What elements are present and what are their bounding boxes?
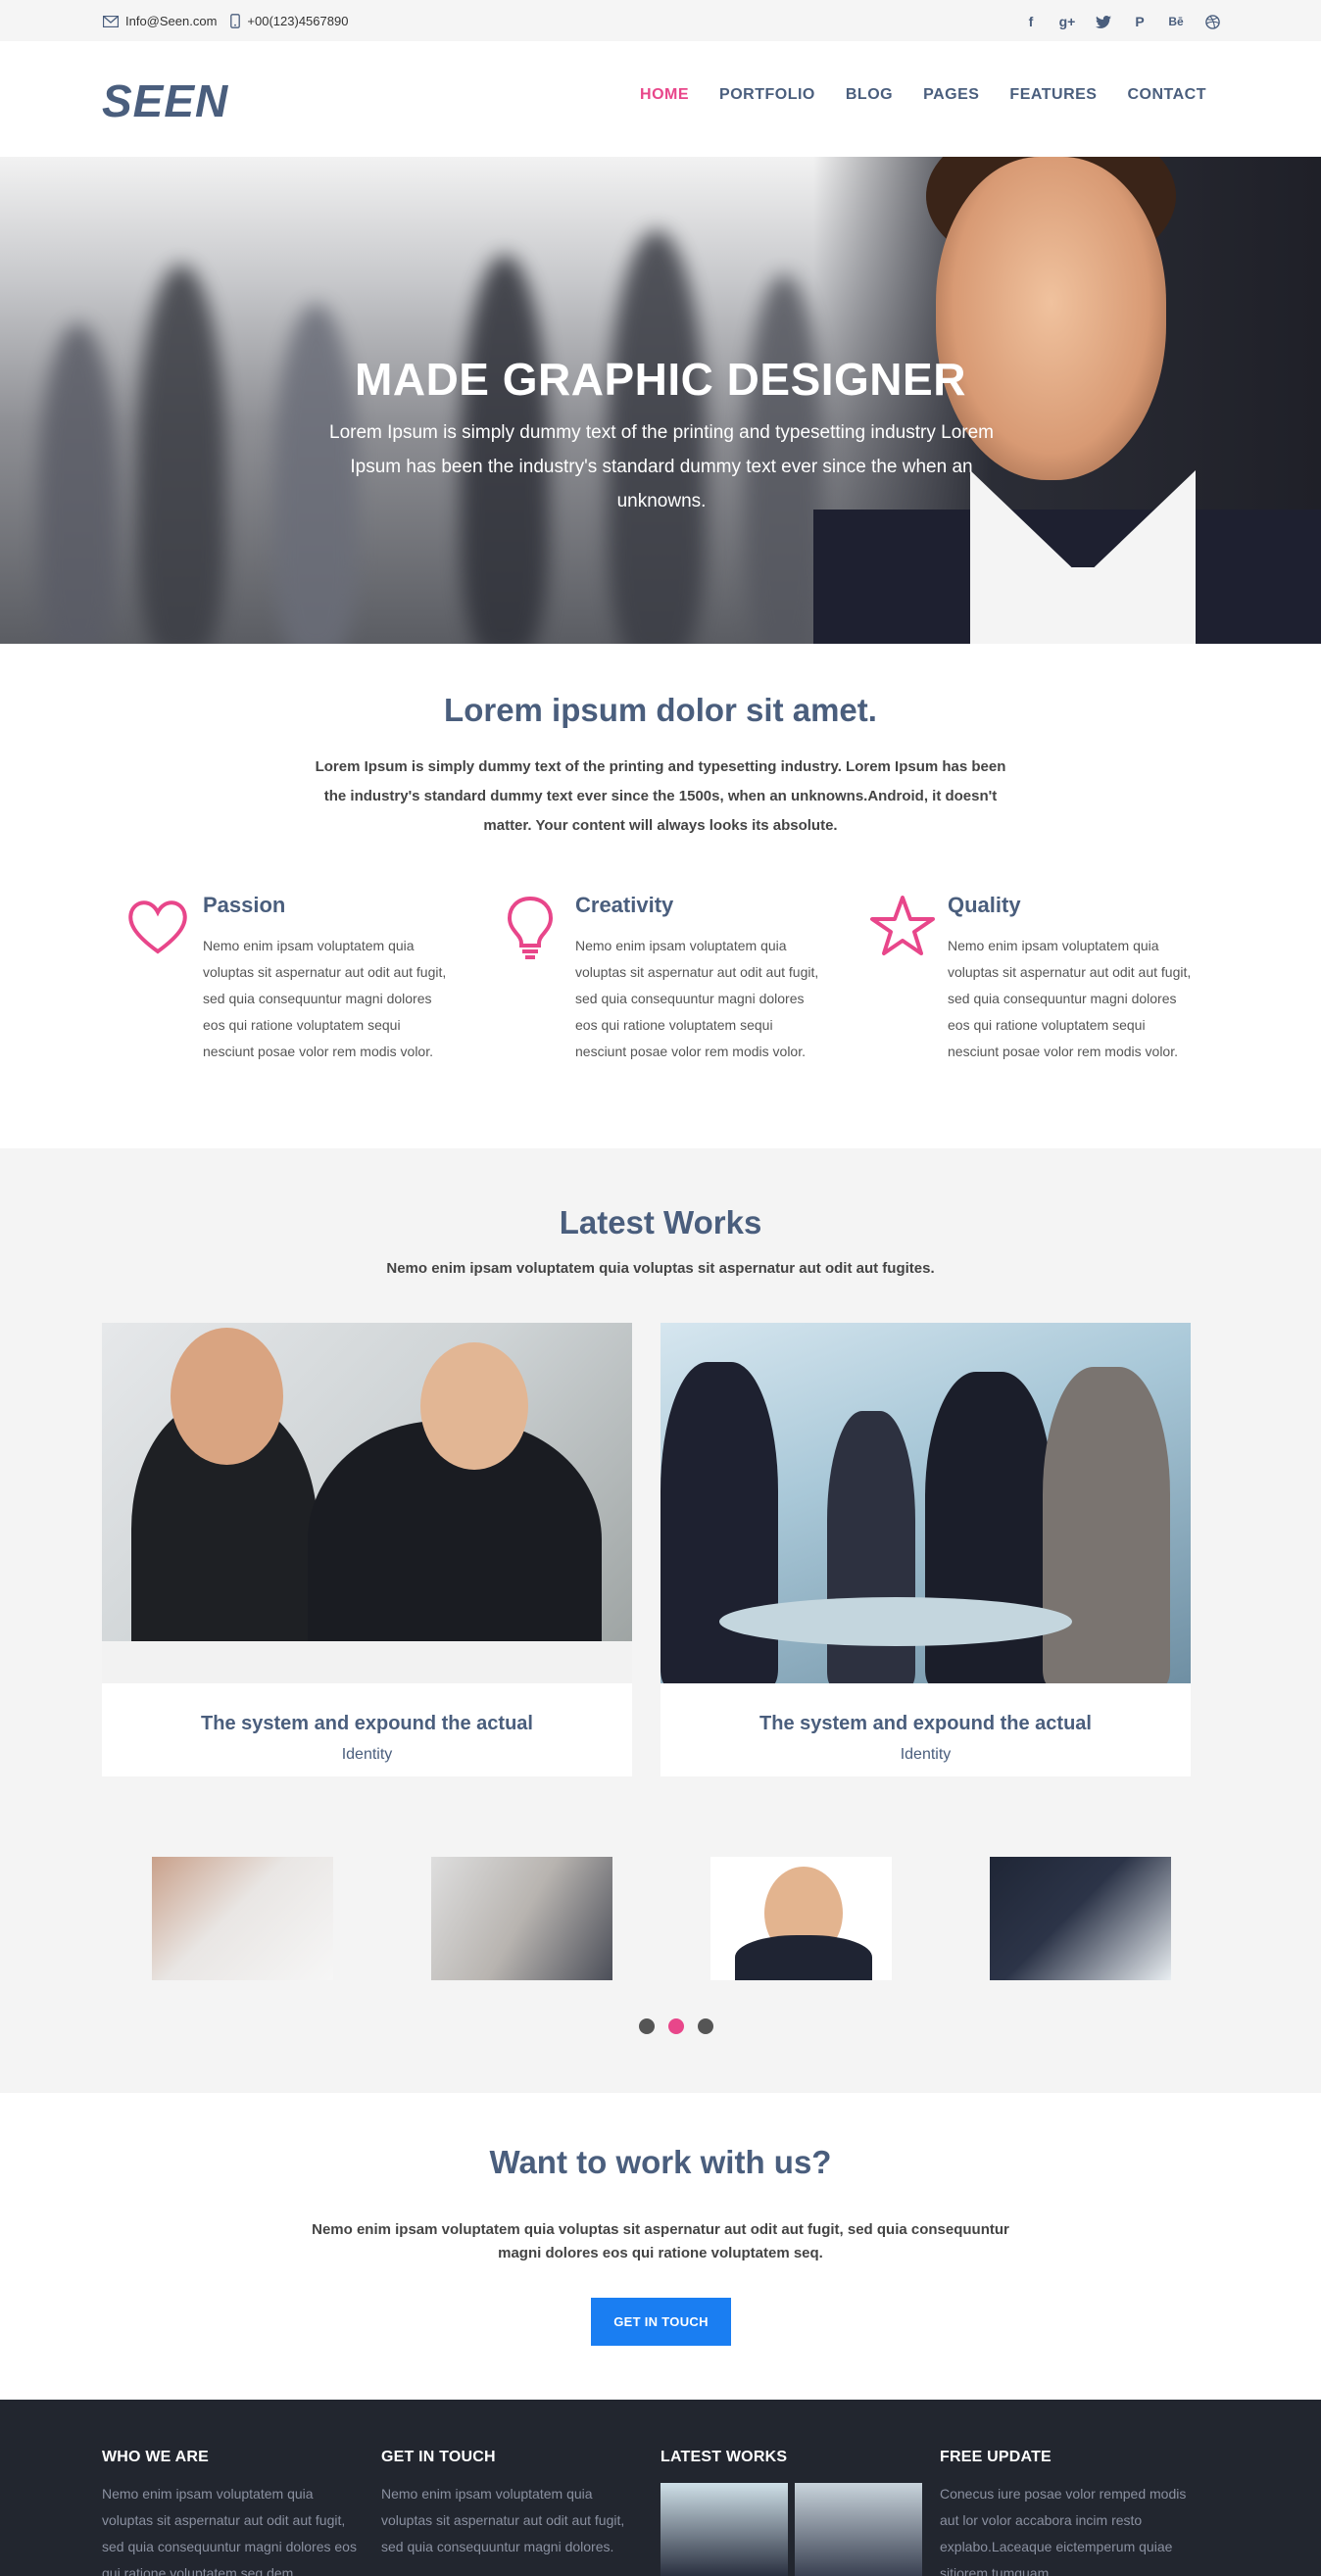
- nav-contact[interactable]: CONTACT: [1127, 86, 1206, 104]
- work-card-image[interactable]: [102, 1323, 632, 1683]
- carousel-dot-active[interactable]: [668, 2018, 684, 2034]
- work-card-title[interactable]: The system and expound the actual: [660, 1713, 1191, 1735]
- site-footer: WHO WE ARE Nemo enim ipsam voluptatem qu…: [0, 2400, 1321, 2576]
- email-link[interactable]: Info@Seen.com: [125, 14, 217, 28]
- image-figure: [735, 1935, 872, 1980]
- footer-work-thumbnail[interactable]: [795, 2483, 922, 2576]
- work-card-title[interactable]: The system and expound the actual: [102, 1713, 632, 1735]
- intro-title: Lorem ipsum dolor sit amet.: [444, 692, 877, 728]
- work-card[interactable]: The system and expound the actual Identi…: [102, 1323, 632, 1776]
- cta-title: Want to work with us?: [489, 2144, 832, 2180]
- facebook-icon[interactable]: f: [1020, 11, 1042, 32]
- image-figure: [719, 1597, 1072, 1646]
- feature-text: Nemo enim ipsam voluptatem quia voluptas…: [575, 938, 819, 1059]
- site-header: SEEN HOME PORTFOLIO BLOG PAGES FEATURES …: [0, 41, 1321, 157]
- nav-home[interactable]: HOME: [640, 86, 689, 104]
- carousel-dot[interactable]: [698, 2018, 713, 2034]
- main-nav: HOME PORTFOLIO BLOG PAGES FEATURES CONTA…: [640, 86, 1206, 104]
- hero-subtitle: Lorem Ipsum is simply dummy text of the …: [329, 422, 994, 511]
- nav-portfolio[interactable]: PORTFOLIO: [719, 86, 815, 104]
- work-card-category: Identity: [341, 1746, 393, 1763]
- dribbble-icon[interactable]: [1201, 11, 1223, 32]
- hero-crowd-figure: [137, 265, 225, 644]
- feature-title: Creativity: [575, 893, 674, 917]
- nav-pages[interactable]: PAGES: [923, 86, 979, 104]
- footer-heading: GET IN TOUCH: [381, 2449, 496, 2465]
- phone-icon: [230, 14, 241, 28]
- social-links: f g+ P Bē: [1020, 11, 1223, 32]
- nav-blog[interactable]: BLOG: [846, 86, 893, 104]
- image-figure: [420, 1342, 528, 1470]
- twitter-icon[interactable]: [1093, 11, 1114, 32]
- work-card-image[interactable]: [660, 1323, 1191, 1683]
- intro-text: Lorem Ipsum is simply dummy text of the …: [315, 758, 1006, 834]
- carousel-pagination: [639, 2018, 713, 2034]
- image-figure: [102, 1641, 632, 1683]
- work-card[interactable]: The system and expound the actual Identi…: [660, 1323, 1191, 1776]
- image-figure: [1043, 1367, 1170, 1683]
- pinterest-icon[interactable]: P: [1129, 11, 1150, 32]
- footer-text: Nemo enim ipsam voluptatem quia voluptas…: [381, 2486, 625, 2554]
- works-title: Latest Works: [559, 1204, 762, 1240]
- thumbnail-carousel: [0, 1857, 1321, 1982]
- feature-text: Nemo enim ipsam voluptatem quia voluptas…: [948, 938, 1192, 1059]
- lightbulb-icon: [507, 896, 554, 959]
- hero-title: MADE GRAPHIC DESIGNER: [355, 354, 966, 405]
- feature-title: Quality: [948, 893, 1021, 917]
- feature-text: Nemo enim ipsam voluptatem quia voluptas…: [203, 938, 447, 1059]
- phone-number: +00(123)4567890: [247, 14, 349, 28]
- work-card-category: Identity: [900, 1746, 952, 1763]
- carousel-thumbnail[interactable]: [431, 1857, 612, 1980]
- footer-text: Nemo enim ipsam voluptatem quia voluptas…: [102, 2486, 357, 2576]
- footer-heading: LATEST WORKS: [660, 2449, 788, 2465]
- latest-works-section: Latest Works Nemo enim ipsam voluptatem …: [0, 1148, 1321, 2093]
- google-plus-icon[interactable]: g+: [1056, 11, 1078, 32]
- top-bar: Info@Seen.com +00(123)4567890 f g+ P Bē: [0, 0, 1321, 41]
- footer-work-thumbnail[interactable]: [660, 2483, 788, 2576]
- logo[interactable]: SEEN: [102, 74, 228, 127]
- feature-title: Passion: [203, 893, 286, 917]
- features-row: Passion Nemo enim ipsam voluptatem quia …: [123, 887, 1201, 1102]
- star-icon: [870, 896, 935, 955]
- top-contact: Info@Seen.com +00(123)4567890: [103, 14, 362, 28]
- works-subtitle: Nemo enim ipsam voluptatem quia voluptas…: [386, 1260, 935, 1277]
- footer-heading: WHO WE ARE: [102, 2449, 209, 2465]
- carousel-thumbnail[interactable]: [152, 1857, 333, 1980]
- cta-text: Nemo enim ipsam voluptatem quia voluptas…: [312, 2221, 1009, 2261]
- carousel-thumbnail[interactable]: [710, 1857, 892, 1980]
- envelope-icon: [103, 15, 119, 27]
- footer-heading: FREE UPDATE: [940, 2449, 1052, 2465]
- carousel-dot[interactable]: [639, 2018, 655, 2034]
- heart-icon: [128, 900, 187, 954]
- hero-banner: MADE GRAPHIC DESIGNER Lorem Ipsum is sim…: [0, 157, 1321, 644]
- image-figure: [171, 1328, 283, 1465]
- nav-features[interactable]: FEATURES: [1009, 86, 1097, 104]
- get-in-touch-button[interactable]: GET IN TOUCH: [591, 2298, 731, 2346]
- carousel-thumbnail[interactable]: [990, 1857, 1171, 1980]
- footer-text: Conecus iure posae volor remped modis au…: [940, 2486, 1187, 2576]
- behance-icon[interactable]: Bē: [1165, 11, 1187, 32]
